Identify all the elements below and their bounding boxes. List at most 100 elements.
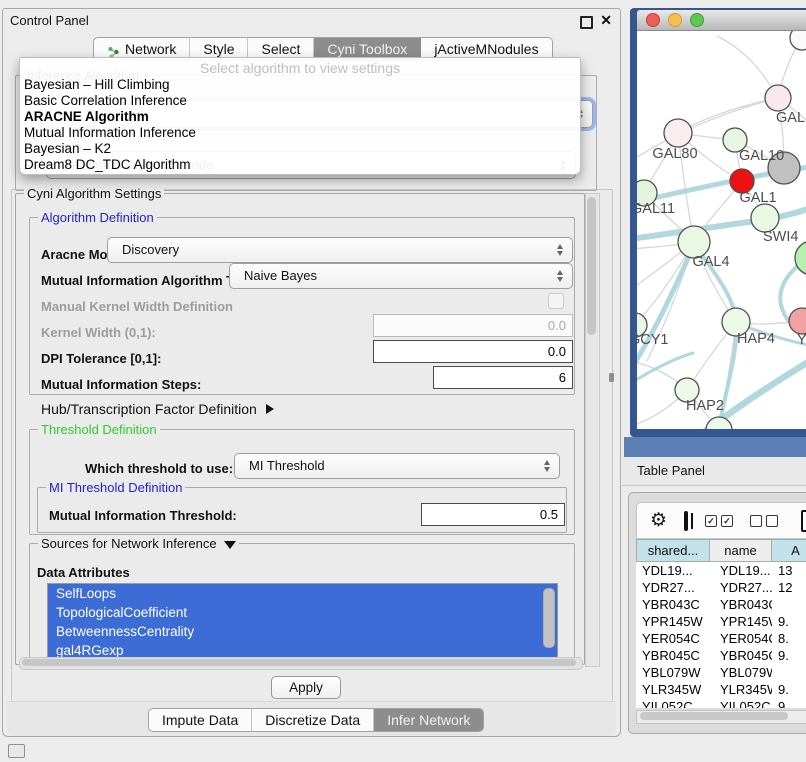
table-cell: 9. xyxy=(772,647,806,664)
node-gal11-label: GAL11 xyxy=(637,201,675,217)
table-cell: YPR145W xyxy=(710,613,772,630)
algorithm-definition-label: Algorithm Definition xyxy=(38,210,157,225)
node-gal80[interactable] xyxy=(664,119,692,147)
node-gcy1-label: GCY1 xyxy=(637,332,669,348)
table-cell: YBR045C xyxy=(636,647,710,664)
gear-icon[interactable]: ⚙ xyxy=(650,511,667,530)
node-swi4-neighbor[interactable] xyxy=(751,204,779,232)
mi-steps-field[interactable]: 6 xyxy=(433,366,573,389)
settings-horizontal-scrollbar[interactable] xyxy=(19,657,583,670)
tab-label: Impute Data xyxy=(162,709,238,731)
table-row[interactable]: YDL19...YDL19...13 xyxy=(636,562,806,579)
table-row[interactable]: YDR27...YDR27...12 xyxy=(636,579,806,596)
table-horizontal-scrollbar[interactable] xyxy=(636,710,806,724)
apply-button[interactable]: Apply xyxy=(271,676,341,699)
dropdown-item[interactable]: Bayesian – Hill Climbing xyxy=(20,77,580,93)
attribute-item[interactable]: BetweennessCentrality xyxy=(48,622,557,641)
select-all-checked-icon[interactable]: ✓✓ xyxy=(705,515,733,527)
dropdown-placeholder: Select algorithm to view settings xyxy=(20,58,580,77)
table-row[interactable]: YER054CYER054C8. xyxy=(636,630,806,647)
panel-title: Control Panel xyxy=(10,9,89,33)
node-y-partial-label: Y xyxy=(797,332,806,348)
minimize-button[interactable] xyxy=(668,13,682,27)
table-cell: YER054C xyxy=(710,630,772,647)
attribute-item[interactable]: TopologicalCoefficient xyxy=(48,603,557,622)
scrollbar-thumb[interactable] xyxy=(587,197,596,335)
table-panel-title: Table Panel xyxy=(637,457,705,485)
dropdown-item[interactable]: Bayesian – K2 xyxy=(20,141,580,157)
table-row[interactable]: YIL052CYIL052C9 xyxy=(636,698,806,708)
network-background xyxy=(624,437,806,457)
close-icon[interactable]: ✕ xyxy=(600,12,612,29)
settings-vertical-scrollbar[interactable] xyxy=(585,193,600,667)
tab-infer-network[interactable]: Infer Network xyxy=(374,709,483,731)
table-cell xyxy=(772,664,806,681)
table-cell: YDR27... xyxy=(636,579,710,596)
column-header-shared[interactable]: shared... xyxy=(636,539,710,562)
list-scrollbar-thumb[interactable] xyxy=(543,588,555,648)
split-divider-handle[interactable] xyxy=(609,373,614,382)
float-window-icon[interactable] xyxy=(580,16,593,29)
column-header-A[interactable]: A xyxy=(772,539,806,562)
table-cell: YBR043C xyxy=(636,596,710,613)
table-cell: YLR345W xyxy=(710,681,772,698)
tab-impute-data[interactable]: Impute Data xyxy=(149,709,252,731)
scrollbar-thumb[interactable] xyxy=(22,659,576,666)
table-row[interactable]: YBL079WYBL079W xyxy=(636,664,806,681)
table-panel-titlebar: Table Panel xyxy=(622,457,806,486)
collapsed-panel-icon[interactable] xyxy=(8,744,25,758)
which-threshold-combobox[interactable]: MI Threshold xyxy=(234,453,560,479)
mi-threshold-field[interactable]: 0.5 xyxy=(421,503,565,526)
dropdown-item[interactable]: Dream8 DC_TDC Algorithm xyxy=(20,157,580,173)
kernel-width-field[interactable]: 0.0 xyxy=(373,314,573,337)
table-cell: 13 xyxy=(772,562,806,579)
which-threshold-label: Which threshold to use: xyxy=(85,459,233,479)
tab-discretize-data[interactable]: Discretize Data xyxy=(252,709,374,731)
dropdown-item[interactable]: Mutual Information Inference xyxy=(20,125,580,141)
chevron-down-icon xyxy=(224,541,236,549)
network-canvas[interactable]: GALGAL80GAL10GAL1GAL11SWI4GAL4GCY1HAP4YH… xyxy=(637,31,806,429)
scrollbar-thumb[interactable] xyxy=(640,712,788,720)
dropdown-item[interactable]: ARACNE Algorithm xyxy=(20,109,580,125)
node-swi4[interactable] xyxy=(795,241,806,275)
node-gal-partial[interactable] xyxy=(765,85,791,111)
table-cell: YDR27... xyxy=(710,579,772,596)
manual-kernel-checkbox[interactable] xyxy=(548,293,564,309)
attribute-item[interactable]: SelfLoops xyxy=(48,584,557,603)
settings-group-label: Cyni Algorithm Settings xyxy=(24,186,164,201)
threshold-definition-label: Threshold Definition xyxy=(38,422,160,437)
table-cell: YBR045C xyxy=(710,647,772,664)
table-cell: YLR345W xyxy=(636,681,710,698)
deselect-all-icon[interactable] xyxy=(750,515,778,527)
node-gal-partial-label: GAL xyxy=(776,110,805,126)
close-button[interactable] xyxy=(646,13,660,27)
table-cell: YDL19... xyxy=(710,562,772,579)
table-cell: YBL079W xyxy=(710,664,772,681)
split-columns-icon[interactable] xyxy=(684,511,688,531)
which-threshold-value: MI Threshold xyxy=(249,454,325,478)
node-gal4-label: GAL4 xyxy=(692,254,729,270)
column-header-name[interactable]: name xyxy=(710,539,772,562)
table-header-row: shared...nameA xyxy=(636,539,806,562)
sources-group-label[interactable]: Sources for Network Inference xyxy=(38,536,239,551)
hub-definition-label: Hub/Transcription Factor Definition xyxy=(41,401,257,417)
dpi-tolerance-field[interactable]: 0.0 xyxy=(373,340,573,363)
hub-definition-toggle[interactable]: Hub/Transcription Factor Definition xyxy=(41,401,274,417)
node-hap4-label: HAP4 xyxy=(737,331,775,347)
node-hap2-label: HAP2 xyxy=(686,398,724,414)
table-cell: YER054C xyxy=(636,630,710,647)
dropdown-item[interactable]: Basic Correlation Inference xyxy=(20,93,580,109)
table-row[interactable]: YLR345WYLR345W9. xyxy=(636,681,806,698)
data-attributes-heading: Data Attributes xyxy=(37,565,130,580)
network-window-titlebar[interactable] xyxy=(637,10,806,31)
table-row[interactable]: YBR043CYBR043C xyxy=(636,596,806,613)
combo-stepper-icon xyxy=(544,460,551,472)
node-gal1-label: GAL1 xyxy=(739,190,776,206)
zoom-button[interactable] xyxy=(690,13,704,27)
table-row[interactable]: YBR045CYBR045C9. xyxy=(636,647,806,664)
table-row[interactable]: YPR145WYPR145W9. xyxy=(636,613,806,630)
table-cell: YIL052C xyxy=(636,698,710,708)
node-y-partial[interactable] xyxy=(789,308,806,334)
document-icon[interactable] xyxy=(801,510,806,532)
node-top[interactable] xyxy=(790,31,806,50)
